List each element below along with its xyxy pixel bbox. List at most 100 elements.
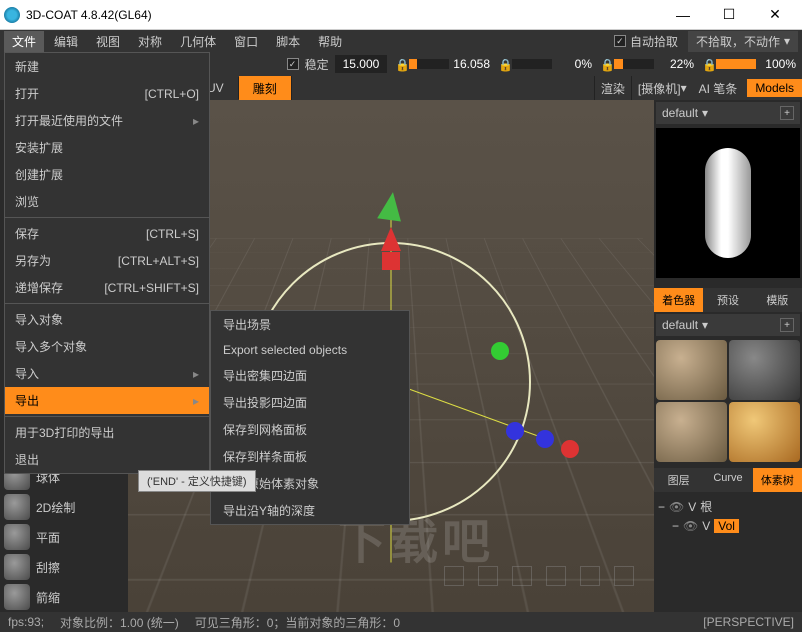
- submenu-export-selected[interactable]: Export selected objects: [211, 338, 409, 362]
- tab-curve[interactable]: Curve: [703, 468, 752, 492]
- submenu-export-proj[interactable]: 导出投影四边面: [211, 389, 409, 416]
- steady-stroke[interactable]: ✓ 稳定 15.000: [287, 55, 388, 73]
- lock-icon: 🔒: [498, 58, 508, 70]
- depth-slider[interactable]: 🔒 0%: [498, 57, 592, 71]
- menu-saveas[interactable]: 另存为[CTRL+ALT+S]: [5, 247, 209, 274]
- opacity-slider[interactable]: 🔒 100%: [702, 57, 796, 71]
- tool-pinch[interactable]: 箭缩: [0, 582, 128, 612]
- material-grid: [654, 338, 802, 464]
- collapse-icon[interactable]: −: [658, 500, 665, 514]
- submenu-export-scene[interactable]: 导出场景: [211, 311, 409, 338]
- menu-import[interactable]: 导入▸: [5, 360, 209, 387]
- menu-open-recent[interactable]: 打开最近使用的文件▸: [5, 107, 209, 134]
- menu-view[interactable]: 视图: [88, 31, 128, 52]
- tree-row-volume[interactable]: − 👁 V Vol: [658, 517, 798, 535]
- menu-edit[interactable]: 编辑: [46, 31, 86, 52]
- auto-pick-checkbox[interactable]: ✓ 自动拾取: [614, 33, 678, 50]
- menu-script[interactable]: 脚本: [268, 31, 308, 52]
- material-swatch[interactable]: [729, 340, 800, 400]
- menu-new[interactable]: 新建: [5, 53, 209, 80]
- tab-layers[interactable]: 图层: [654, 468, 703, 492]
- menu-export-3dprint[interactable]: 用于3D打印的导出: [5, 419, 209, 446]
- radius-slider[interactable]: 🔒 16.058: [395, 57, 490, 71]
- visibility-icon[interactable]: 👁: [669, 500, 684, 514]
- viewport-icon[interactable]: [512, 566, 532, 586]
- menu-file[interactable]: 文件: [4, 31, 44, 52]
- viewport-icon[interactable]: [444, 566, 464, 586]
- lock-icon: 🔒: [395, 58, 405, 70]
- material-swatch[interactable]: [656, 340, 727, 400]
- menu-exit[interactable]: 退出: [5, 446, 209, 473]
- menu-help[interactable]: 帮助: [310, 31, 350, 52]
- menu-import-obj[interactable]: 导入对象: [5, 306, 209, 333]
- smooth-slider[interactable]: 🔒 22%: [600, 57, 694, 71]
- slider-track[interactable]: [614, 59, 654, 69]
- submenu-export-dense[interactable]: 导出密集四边面: [211, 362, 409, 389]
- gizmo-y-arrow-icon[interactable]: [381, 227, 401, 251]
- slider-track[interactable]: [716, 59, 756, 69]
- slider-track[interactable]: [409, 59, 449, 69]
- viewport-icon[interactable]: [546, 566, 566, 586]
- menu-save[interactable]: 保存[CTRL+S]: [5, 220, 209, 247]
- menu-geometry[interactable]: 几何体: [172, 31, 224, 52]
- capsule-preview-icon: [705, 148, 751, 258]
- menu-export[interactable]: 导出▸: [5, 387, 209, 414]
- stable-label: 稳定: [305, 56, 329, 73]
- menu-create-ext[interactable]: 创建扩展: [5, 161, 209, 188]
- gizmo-y-scale-icon[interactable]: [382, 252, 400, 270]
- tab-stencil[interactable]: 模版: [753, 288, 802, 312]
- maximize-button[interactable]: ☐: [706, 0, 752, 30]
- viewport-icon[interactable]: [478, 566, 498, 586]
- status-tris: 可见三角形：0；当前对象的三角形：0: [195, 614, 400, 631]
- viewport-icon[interactable]: [580, 566, 600, 586]
- gizmo-z-arrow-icon[interactable]: [377, 190, 405, 221]
- auto-pick-label: 自动拾取: [630, 33, 678, 50]
- shader-preset-dropdown[interactable]: default ▾ +: [656, 314, 800, 336]
- close-button[interactable]: ✕: [752, 0, 798, 30]
- menu-save-inc[interactable]: 递增保存[CTRL+SHIFT+S]: [5, 274, 209, 301]
- camera-dropdown[interactable]: [摄像机]▾: [631, 76, 693, 100]
- chevron-down-icon: ▾: [681, 81, 687, 95]
- pick-mode-dropdown[interactable]: 不拾取，不动作 ▾: [688, 31, 798, 52]
- tab-sculpt[interactable]: 雕刻: [239, 76, 292, 101]
- vox-tree: − 👁 V 根 − 👁 V Vol: [654, 492, 802, 539]
- ai-brush-label[interactable]: AI 笔条: [693, 80, 744, 97]
- status-camera: [PERSPECTIVE]: [703, 615, 794, 629]
- submenu-save-mesh[interactable]: 保存到网格面板: [211, 416, 409, 443]
- room-render[interactable]: 渲染: [594, 76, 631, 100]
- gizmo-handle-icon[interactable]: [491, 342, 509, 360]
- visibility-icon[interactable]: 👁: [683, 519, 698, 533]
- menu-window[interactable]: 窗口: [226, 31, 266, 52]
- tool-2dpaint[interactable]: 2D绘制: [0, 492, 128, 522]
- lock-icon: 🔒: [702, 58, 712, 70]
- menu-install-ext[interactable]: 安装扩展: [5, 134, 209, 161]
- preset-dropdown[interactable]: default ▾ +: [656, 102, 800, 124]
- stable-value[interactable]: 15.000: [335, 55, 388, 73]
- gizmo-handle-icon[interactable]: [506, 422, 524, 440]
- tool-scrape[interactable]: 刮擦: [0, 552, 128, 582]
- minimize-button[interactable]: —: [660, 0, 706, 30]
- v-icon: V: [688, 500, 696, 514]
- gizmo-handle-icon[interactable]: [561, 440, 579, 458]
- add-shader-icon[interactable]: +: [780, 318, 794, 332]
- collapse-icon[interactable]: −: [672, 519, 679, 533]
- menu-open[interactable]: 打开[CTRL+O]: [5, 80, 209, 107]
- add-preset-icon[interactable]: +: [780, 106, 794, 120]
- menu-import-multi[interactable]: 导入多个对象: [5, 333, 209, 360]
- tab-shader[interactable]: 着色器: [654, 288, 703, 312]
- material-swatch[interactable]: [729, 402, 800, 462]
- checkbox-icon: ✓: [287, 58, 299, 70]
- menu-symmetry[interactable]: 对称: [130, 31, 170, 52]
- models-tab[interactable]: Models: [747, 79, 802, 97]
- tree-row-root[interactable]: − 👁 V 根: [658, 496, 798, 517]
- tab-voxtree[interactable]: 体素树: [753, 468, 802, 492]
- slider-track[interactable]: [512, 59, 552, 69]
- submenu-export-y[interactable]: 导出沿Y轴的深度: [211, 497, 409, 524]
- menu-browse[interactable]: 浏览: [5, 188, 209, 215]
- viewport-icon[interactable]: [614, 566, 634, 586]
- tool-plane[interactable]: 平面: [0, 522, 128, 552]
- gizmo-handle-icon[interactable]: [536, 430, 554, 448]
- material-swatch[interactable]: [656, 402, 727, 462]
- submenu-save-spline[interactable]: 保存到样条面板: [211, 443, 409, 470]
- tab-preset[interactable]: 预设: [703, 288, 752, 312]
